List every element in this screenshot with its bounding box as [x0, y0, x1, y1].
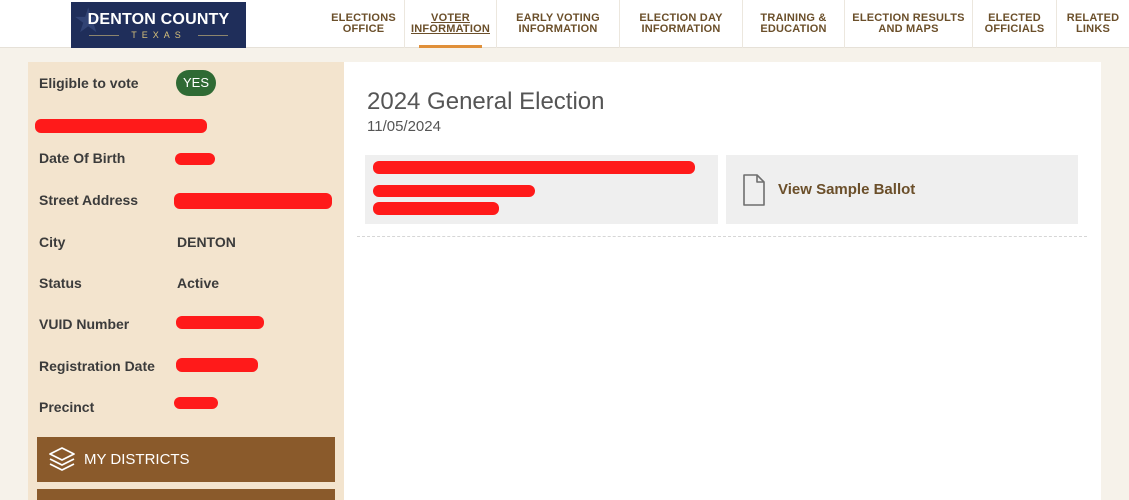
redacted-polling-line-1 [373, 161, 695, 174]
status-label: Status [39, 275, 82, 291]
eligible-label: Eligible to vote [39, 75, 139, 91]
nav-label: VOTER INFORMATION [411, 12, 490, 35]
nav-elections-office[interactable]: ELECTIONS OFFICE [323, 0, 405, 48]
city-label: City [39, 234, 66, 250]
redacted-date-of-birth [175, 153, 215, 165]
nav-label: EARLY VOTING INFORMATION [516, 12, 600, 35]
logo-name: DENTON COUNTY [87, 11, 230, 28]
redacted-vuid-number [176, 316, 264, 329]
nav-election-results[interactable]: ELECTION RESULTS AND MAPS [845, 0, 973, 48]
view-sample-ballot-label: View Sample Ballot [778, 181, 916, 198]
street-address-label: Street Address [39, 192, 139, 208]
nav-label: ELECTION RESULTS AND MAPS [852, 12, 965, 35]
nav-label: RELATED LINKS [1066, 12, 1120, 35]
denton-county-logo[interactable]: ★ DENTON COUNTY TEXAS [71, 2, 246, 48]
nav-training-education[interactable]: TRAINING & EDUCATION [743, 0, 845, 48]
vuid-number-label: VUID Number [39, 316, 130, 332]
logo-divider-right [198, 35, 228, 36]
election-title: 2024 General Election [367, 88, 605, 115]
registration-date-label: Registration Date [39, 358, 155, 374]
redacted-polling-line-3 [373, 202, 499, 215]
precinct-label: Precinct [39, 399, 95, 415]
polling-info-card [365, 155, 718, 224]
election-panel [344, 62, 1101, 500]
status-value: Active [177, 275, 220, 291]
nav-label: ELECTIONS OFFICE [331, 12, 396, 35]
eligible-status-badge: YES [176, 70, 216, 96]
city-value: DENTON [177, 234, 236, 250]
nav-label: TRAINING & EDUCATION [760, 12, 827, 35]
next-sidebar-button[interactable] [37, 489, 335, 500]
redacted-registration-date [176, 358, 258, 372]
nav-early-voting[interactable]: EARLY VOTING INFORMATION [497, 0, 620, 48]
nav-related-links[interactable]: RELATED LINKS [1057, 0, 1129, 48]
document-icon [743, 173, 765, 206]
nav-label: ELECTION DAY INFORMATION [639, 12, 723, 35]
redacted-street-address [174, 193, 332, 209]
date-of-birth-label: Date Of Birth [39, 150, 126, 166]
nav-election-day[interactable]: ELECTION DAY INFORMATION [620, 0, 743, 48]
nav-elected-officials[interactable]: ELECTED OFFICIALS [973, 0, 1057, 48]
nav-label: ELECTED OFFICIALS [984, 12, 1045, 35]
my-districts-label: MY DISTRICTS [84, 451, 190, 468]
election-date: 11/05/2024 [367, 118, 441, 135]
view-sample-ballot-button[interactable]: View Sample Ballot [726, 155, 1078, 224]
redacted-polling-line-2 [373, 185, 535, 197]
content-divider [357, 236, 1087, 237]
nav-voter-information[interactable]: VOTER INFORMATION [405, 0, 497, 48]
redacted-precinct [174, 397, 218, 409]
layers-icon [49, 446, 75, 471]
my-districts-button[interactable]: MY DISTRICTS [37, 437, 335, 482]
redacted-voter-name [35, 119, 207, 133]
top-navigation-bar: ★ DENTON COUNTY TEXAS ELECTIONS OFFICE V… [0, 0, 1129, 48]
